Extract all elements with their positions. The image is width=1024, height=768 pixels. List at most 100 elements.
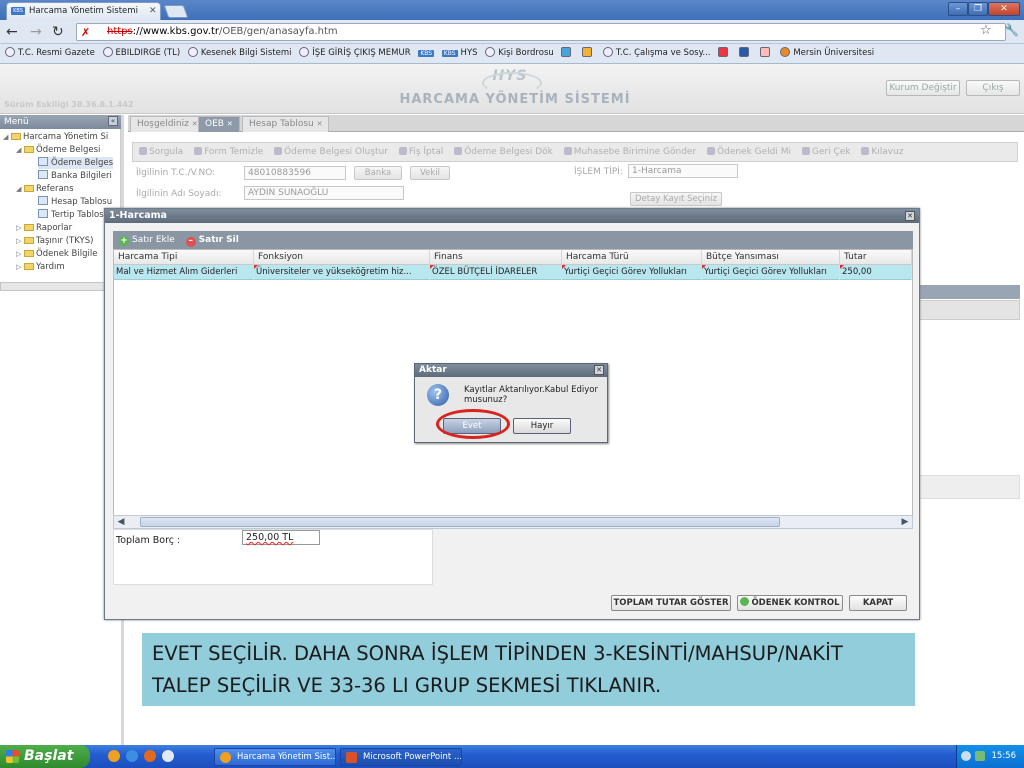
close-icon[interactable]: ✕ xyxy=(905,211,915,221)
collapse-icon[interactable]: « xyxy=(108,116,118,126)
clear-form-button[interactable]: Form Temizle xyxy=(194,143,263,161)
proxy-button[interactable]: Vekil xyxy=(410,166,450,180)
cell-tutar[interactable]: 250,00 xyxy=(840,265,912,280)
delete-row-button[interactable]: – Satır Sil xyxy=(185,231,239,249)
tc-field[interactable]: 48010883596 xyxy=(244,166,346,180)
highlight-circle xyxy=(436,409,510,439)
forward-icon[interactable]: → xyxy=(30,24,42,40)
scroll-right-icon[interactable]: ▶ xyxy=(898,516,912,528)
ie-icon[interactable] xyxy=(126,750,138,762)
scroll-thumb[interactable] xyxy=(140,517,780,527)
tree-node[interactable]: ◢ Harcama Yönetim Si xyxy=(3,131,108,143)
taskbar-item-powerpoint[interactable]: Microsoft PowerPoint ... xyxy=(340,748,462,766)
tab-hesap-tablosu[interactable]: Hesap Tablosu ✕ xyxy=(242,116,330,132)
close-window-icon[interactable]: ✕ xyxy=(988,2,1020,16)
name-field[interactable]: AYDIN SUNAOĞLU xyxy=(244,186,404,200)
close-tab-icon[interactable]: ✕ xyxy=(149,3,157,19)
check-allowance-button[interactable]: Ödenek Geldi Mi xyxy=(707,143,791,161)
tree-node[interactable]: ▷ Raporlar xyxy=(16,222,72,234)
grid-hscrollbar[interactable]: ◀ ▶ xyxy=(113,515,913,529)
chrome-icon xyxy=(220,752,231,763)
col-harcama-turu[interactable]: Harcama Türü xyxy=(562,250,702,265)
tab-hosgeldiniz[interactable]: Hoşgeldiniz ✕ xyxy=(130,116,205,132)
query-button[interactable]: Sorgula xyxy=(139,143,183,161)
bookmark-item[interactable]: Kişi Bordrosu xyxy=(485,44,554,62)
chrome-icon[interactable] xyxy=(108,750,120,762)
bookmark-item[interactable]: T.C. Çalışma ve Sosy... xyxy=(602,44,711,62)
firefox-icon[interactable] xyxy=(144,750,156,762)
bookmark-item[interactable]: İŞE GİRİŞ ÇIKIŞ MEMUR xyxy=(299,44,411,62)
allowance-check-button[interactable]: ÖDENEK KONTROL xyxy=(737,595,843,611)
cell-fonksiyon[interactable]: Üniversiteler ve yükseköğretim hiz... xyxy=(254,265,430,280)
bookmark-item[interactable]: T.C. Resmi Gazete xyxy=(5,44,95,62)
cancel-slip-button[interactable]: Fiş İptal xyxy=(398,143,443,161)
total-value-field[interactable]: 250,00 TL xyxy=(242,530,320,545)
menu-scrollbar[interactable] xyxy=(0,282,121,291)
taskbar-item-browser[interactable]: Harcama Yönetim Sist... xyxy=(214,748,336,766)
create-document-button[interactable]: Ödeme Belgesi Oluştur xyxy=(274,143,388,161)
tc-label: İlgilinin T.C./V.NO: xyxy=(136,168,216,178)
tree-node[interactable]: ▷ Ödenek Bilgile xyxy=(16,248,97,260)
tree-node[interactable]: ◢ Ödeme Belgesi xyxy=(16,144,100,156)
bookmark-item-icon-only[interactable] xyxy=(582,44,595,62)
guide-button[interactable]: Kılavuz xyxy=(861,143,904,161)
print-document-button[interactable]: Ödeme Belgesi Dök xyxy=(454,143,553,161)
revoke-button[interactable]: Geri Çek xyxy=(801,143,851,161)
address-bar[interactable]: ✗ https://www.kbs.gov.tr/OEB/gen/anasayf… xyxy=(76,23,1006,41)
show-total-button[interactable]: TOPLAM TUTAR GÖSTER xyxy=(611,595,731,611)
tree-leaf-selected[interactable]: Ödeme Belges xyxy=(38,157,114,169)
bookmark-item[interactable]: Mersin Üniversitesi xyxy=(780,44,874,62)
app-icon[interactable] xyxy=(162,750,174,762)
no-button[interactable]: Hayır xyxy=(513,418,571,434)
tree-leaf[interactable]: Hesap Tablosu xyxy=(38,196,112,208)
detail-select-button[interactable]: Detay Kayıt Seçiniz xyxy=(630,192,722,206)
network-icon[interactable] xyxy=(975,751,985,761)
cell-harcama-turu[interactable]: Yurtiçi Geçici Görev Yollukları xyxy=(562,265,702,280)
table-row[interactable]: Mal ve Hizmet Alım Giderleri Üniversitel… xyxy=(114,265,912,280)
folder-icon xyxy=(24,250,34,257)
bookmark-item[interactable]: KBS HYS xyxy=(441,44,478,63)
bookmark-item-kbs[interactable]: KBS xyxy=(418,44,435,63)
bookmark-item-icon-only[interactable] xyxy=(718,44,731,62)
close-icon[interactable]: ✕ xyxy=(594,365,604,375)
cell-butce-yansimasi[interactable]: Yurtiçi Geçici Görev Yollukları xyxy=(702,265,840,280)
maximize-icon[interactable]: ❐ xyxy=(968,2,988,16)
start-button[interactable]: Başlat xyxy=(0,745,90,768)
new-tab-button[interactable] xyxy=(163,5,189,18)
col-harcama-tipi[interactable]: Harcama Tipi xyxy=(114,250,254,265)
scroll-left-icon[interactable]: ◀ xyxy=(114,516,128,528)
clock: 15:56 xyxy=(991,751,1017,761)
change-institution-button[interactable]: Kurum Değiştir xyxy=(886,80,960,96)
bookmark-item-icon-only[interactable] xyxy=(561,44,574,62)
browser-tab[interactable]: KBS Harcama Yönetim Sistemi ✕ xyxy=(6,2,161,20)
add-row-button[interactable]: + Satır Ekle xyxy=(119,231,175,249)
bookmark-item[interactable]: Kesenek Bilgi Sistemi xyxy=(187,44,292,62)
bookmark-item[interactable]: EBILDIRGE (TL) xyxy=(102,44,180,62)
bookmark-star-icon[interactable]: ☆ xyxy=(980,23,992,38)
col-finans[interactable]: Finans xyxy=(430,250,562,265)
col-fonksiyon[interactable]: Fonksiyon xyxy=(254,250,430,265)
bookmark-item-icon-only[interactable] xyxy=(738,44,752,62)
minimize-icon[interactable]: – xyxy=(948,2,968,16)
col-butce-yansimasi[interactable]: Bütçe Yansıması xyxy=(702,250,840,265)
cell-harcama-tipi[interactable]: Mal ve Hizmet Alım Giderleri xyxy=(114,265,254,280)
logout-button[interactable]: Çıkış xyxy=(966,80,1020,96)
tree-leaf[interactable]: Tertip Tablos xyxy=(38,209,104,221)
cell-finans[interactable]: ÖZEL BÜTÇELİ İDARELER xyxy=(430,265,562,280)
tree-leaf[interactable]: Banka Bilgileri xyxy=(38,170,112,182)
language-icon[interactable] xyxy=(961,751,971,761)
tree-node[interactable]: ▷ Taşınır (TKYS) xyxy=(16,235,93,247)
send-accounting-button[interactable]: Muhasebe Birimine Gönder xyxy=(563,143,696,161)
bookmark-item-icon-only[interactable] xyxy=(759,44,773,62)
app-icon xyxy=(738,47,749,57)
bank-button[interactable]: Banka xyxy=(354,166,402,180)
transaction-type-select[interactable]: 1-Harcama xyxy=(628,164,738,178)
wrench-icon[interactable]: 🔧 xyxy=(1004,23,1019,37)
back-icon[interactable]: ← xyxy=(6,24,18,40)
reload-icon[interactable]: ↻ xyxy=(52,24,64,40)
tree-node[interactable]: ▷ Yardım xyxy=(16,261,65,273)
tab-oeb[interactable]: OEB ✕ xyxy=(198,116,240,132)
close-button[interactable]: KAPAT xyxy=(849,595,907,611)
tree-node[interactable]: ◢ Referans xyxy=(16,183,74,195)
col-tutar[interactable]: Tutar xyxy=(840,250,912,265)
